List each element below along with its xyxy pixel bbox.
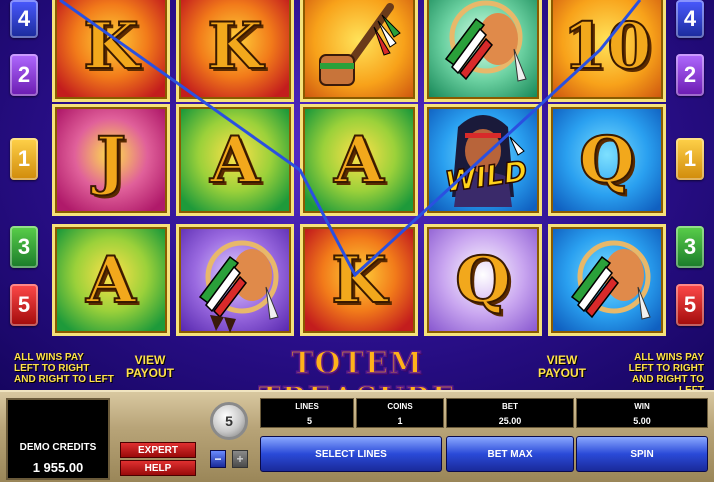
reel-1-row-3: A xyxy=(52,224,170,336)
reel-4-row-3: Q xyxy=(424,224,542,336)
reel-5-row-3 xyxy=(548,224,666,336)
symbol-q: Q xyxy=(578,122,636,199)
bet-value: 25.00 xyxy=(498,416,522,426)
coins-value: 1 xyxy=(397,416,403,426)
lines-display: LINES 5 xyxy=(260,398,354,428)
coin-increase-button[interactable]: + xyxy=(232,450,248,468)
game-logo: TOTEM TREASURE xyxy=(258,345,456,390)
wins-note-right: ALL WINS PAY LEFT TO RIGHT AND RIGHT TO … xyxy=(628,352,704,390)
reel-2-row-1: K xyxy=(176,0,294,102)
line-marker-5-right: 5 xyxy=(676,284,704,326)
reel-5-row-1: 10 xyxy=(548,0,666,102)
wins-note-left: ALL WINS PAY LEFT TO RIGHT AND RIGHT TO … xyxy=(14,352,114,385)
symbol-k: K xyxy=(82,8,140,85)
line-marker-1-left: 1 xyxy=(10,138,38,180)
credits-value: 1 955.00 xyxy=(32,460,84,475)
symbol-a: A xyxy=(85,242,137,319)
credits-display: DEMO CREDITS 1 955.00 xyxy=(6,398,110,480)
symbol-k: K xyxy=(206,8,264,85)
line-marker-4-left: 4 xyxy=(10,0,38,38)
view-payout-right-button[interactable]: VIEW PAYOUT xyxy=(538,354,586,380)
feather-pipe-icon xyxy=(444,0,527,82)
info-row: ALL WINS PAY LEFT TO RIGHT AND RIGHT TO … xyxy=(0,340,714,390)
select-lines-button[interactable]: SELECT LINES xyxy=(260,436,442,472)
reel-4-row-1 xyxy=(424,0,542,102)
reel-3-row-1 xyxy=(300,0,418,102)
reel-grid: K J A K A A K WILD Q 10 Q xyxy=(52,0,666,340)
expert-button[interactable]: EXPERT xyxy=(120,442,196,458)
symbol-a: A xyxy=(209,122,261,199)
bet-display: BET 25.00 xyxy=(446,398,574,428)
feather-pipe-icon xyxy=(570,240,651,320)
symbol-j: J xyxy=(95,122,127,199)
symbol-k: K xyxy=(330,242,388,319)
help-button[interactable]: HELP xyxy=(120,460,196,476)
symbol-10: 10 xyxy=(561,8,652,85)
line-marker-3-right: 3 xyxy=(676,226,704,268)
control-panel: DEMO CREDITS 1 955.00 EXPERT HELP 5 − + … xyxy=(0,390,714,482)
win-display: WIN 5.00 xyxy=(576,398,708,428)
reel-5-row-2: Q xyxy=(548,104,666,216)
reel-1-row-1: K xyxy=(52,0,170,102)
reel-2-row-3 xyxy=(176,224,294,336)
reel-3-row-2: A xyxy=(300,104,418,216)
coin-decrease-button[interactable]: − xyxy=(210,450,226,468)
line-marker-2-right: 2 xyxy=(676,54,704,96)
game-stage: 4 2 1 3 5 4 2 1 3 5 K J A K A A K WILD Q… xyxy=(0,0,714,390)
view-payout-left-button[interactable]: VIEW PAYOUT xyxy=(126,354,174,380)
credits-label: DEMO CREDITS xyxy=(19,442,97,453)
reel-4-row-2: WILD xyxy=(424,104,542,216)
coin-value-chip: 5 xyxy=(210,402,248,440)
win-value: 5.00 xyxy=(633,416,651,426)
coins-display: COINS 1 xyxy=(356,398,444,428)
line-marker-5-left: 5 xyxy=(10,284,38,326)
line-marker-3-left: 3 xyxy=(10,226,38,268)
spin-button[interactable]: SPIN xyxy=(576,436,708,472)
line-marker-2-left: 2 xyxy=(10,54,38,96)
reel-1-row-2: J xyxy=(52,104,170,216)
feather-pipe-icon xyxy=(198,240,279,333)
line-marker-1-right: 1 xyxy=(676,138,704,180)
peace-pipe-icon xyxy=(319,3,401,86)
line-marker-4-right: 4 xyxy=(676,0,704,38)
symbol-q: Q xyxy=(454,242,512,319)
lines-value: 5 xyxy=(307,416,313,426)
symbol-a: A xyxy=(333,122,385,199)
reel-3-row-3: K xyxy=(300,224,418,336)
reel-2-row-2: A xyxy=(176,104,294,216)
bet-max-button[interactable]: BET MAX xyxy=(446,436,574,472)
